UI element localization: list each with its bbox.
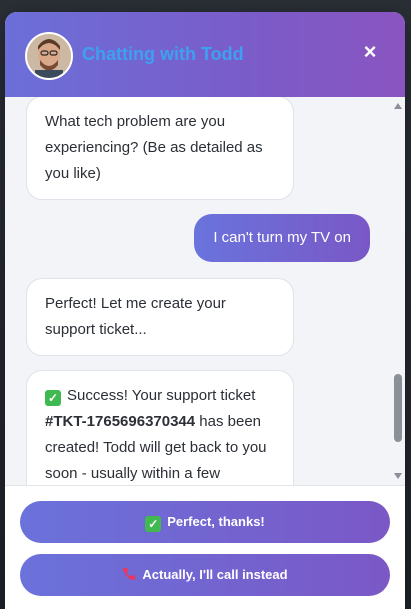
confirm-label: Perfect, thanks! <box>167 514 265 529</box>
close-icon: × <box>363 39 377 64</box>
close-button[interactable]: × <box>358 40 382 64</box>
bot-message: Perfect! Let me create your support tick… <box>26 278 294 356</box>
bot-message: What tech problem are you experiencing? … <box>26 97 294 200</box>
quick-reply-footer: ✓ Perfect, thanks! Actually, I'll call in… <box>5 485 405 609</box>
message-prefix: Success! Your support ticket <box>67 387 256 404</box>
chat-widget: Chatting with Todd × What tech problem a… <box>5 12 405 609</box>
scrollbar[interactable] <box>391 97 405 485</box>
message-list[interactable]: What tech problem are you experiencing? … <box>5 97 391 485</box>
scroll-up-icon[interactable] <box>394 103 402 109</box>
scroll-thumb[interactable] <box>394 374 402 442</box>
avatar <box>25 32 73 80</box>
message-text: Perfect! Let me create your support tick… <box>45 295 226 338</box>
call-instead-button[interactable]: Actually, I'll call instead <box>20 554 390 596</box>
check-mark-icon: ✓ <box>45 390 61 406</box>
avatar-photo-icon <box>27 34 71 78</box>
scroll-down-icon[interactable] <box>394 473 402 479</box>
chat-header: Chatting with Todd × <box>5 12 405 97</box>
call-label: Actually, I'll call instead <box>142 567 288 582</box>
phone-icon <box>123 567 136 581</box>
ticket-id: #TKT-1765696370344 <box>45 413 196 430</box>
message-text: What tech problem are you experiencing? … <box>45 113 263 182</box>
bot-message-success: ✓ Success! Your support ticket #TKT-17656… <box>26 370 294 485</box>
check-mark-icon: ✓ <box>145 516 162 532</box>
user-message: I can't turn my TV on <box>194 214 370 262</box>
confirm-button[interactable]: ✓ Perfect, thanks! <box>20 501 390 543</box>
header-title: Chatting with Todd <box>82 44 244 64</box>
message-text: I can't turn my TV on <box>213 229 351 246</box>
